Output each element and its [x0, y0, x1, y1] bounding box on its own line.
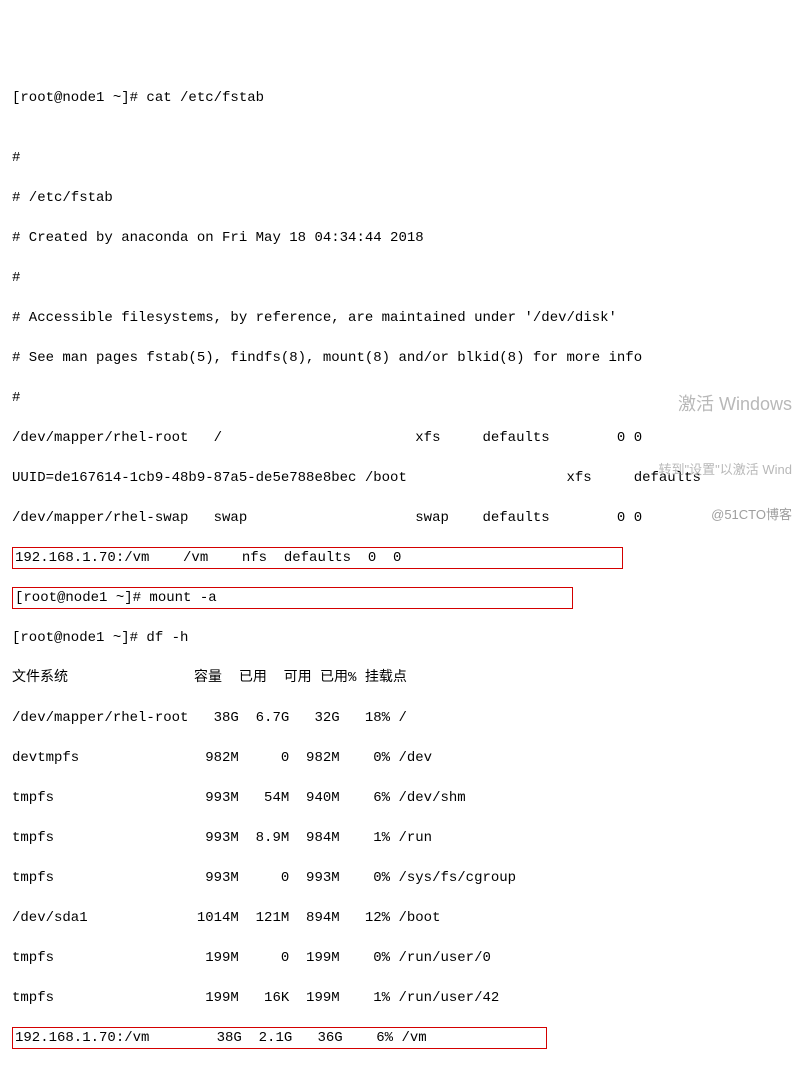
- df-row: tmpfs 993M 0 993M 0% /sys/fs/cgroup: [12, 868, 788, 888]
- comment-access: # Accessible filesystems, by reference, …: [12, 308, 788, 328]
- prompt-line: [root@node1 ~]# df -h: [12, 628, 788, 648]
- highlight-mount: [root@node1 ~]# mount -a: [12, 587, 573, 609]
- df-row-nfs: 192.168.1.70:/vm 38G 2.1G 36G 6% /vm: [15, 1030, 544, 1046]
- df-row: tmpfs 993M 8.9M 984M 1% /run: [12, 828, 788, 848]
- comment-created: # Created by anaconda on Fri May 18 04:3…: [12, 228, 788, 248]
- highlight-df-nfs: 192.168.1.70:/vm 38G 2.1G 36G 6% /vm: [12, 1027, 547, 1049]
- shell-prompt: [root@node1 ~]#: [12, 90, 146, 106]
- command-mount: [root@node1 ~]# mount -a: [15, 590, 570, 606]
- df-row: devtmpfs 982M 0 982M 0% /dev: [12, 748, 788, 768]
- comment-hash: #: [12, 268, 788, 288]
- df-row: tmpfs 199M 0 199M 0% /run/user/0: [12, 948, 788, 968]
- comment-fstab: # /etc/fstab: [12, 188, 788, 208]
- fstab-root: /dev/mapper/rhel-root / xfs defaults 0 0: [12, 428, 788, 448]
- fstab-swap: /dev/mapper/rhel-swap swap swap defaults…: [12, 508, 788, 528]
- highlight-fstab-nfs: 192.168.1.70:/vm /vm nfs defaults 0 0: [12, 547, 623, 569]
- command-cat: cat /etc/fstab: [146, 90, 264, 106]
- df-row: /dev/sda1 1014M 121M 894M 12% /boot: [12, 908, 788, 928]
- prompt-line: [root@node1 ~]# cat /etc/fstab: [12, 88, 788, 108]
- fstab-boot: UUID=de167614-1cb9-48b9-87a5-de5e788e8be…: [12, 468, 788, 488]
- comment-hash: #: [12, 148, 788, 168]
- fstab-nfs: 192.168.1.70:/vm /vm nfs defaults 0 0: [15, 550, 620, 566]
- df-header: 文件系统 容量 已用 可用 已用% 挂载点: [12, 668, 788, 688]
- comment-man: # See man pages fstab(5), findfs(8), mou…: [12, 348, 788, 368]
- df-row: tmpfs 993M 54M 940M 6% /dev/shm: [12, 788, 788, 808]
- df-row: tmpfs 199M 16K 199M 1% /run/user/42: [12, 988, 788, 1008]
- command-df: df -h: [146, 630, 188, 646]
- shell-prompt: [root@node1 ~]#: [12, 630, 146, 646]
- df-row: /dev/mapper/rhel-root 38G 6.7G 32G 18% /: [12, 708, 788, 728]
- comment-hash: #: [12, 388, 788, 408]
